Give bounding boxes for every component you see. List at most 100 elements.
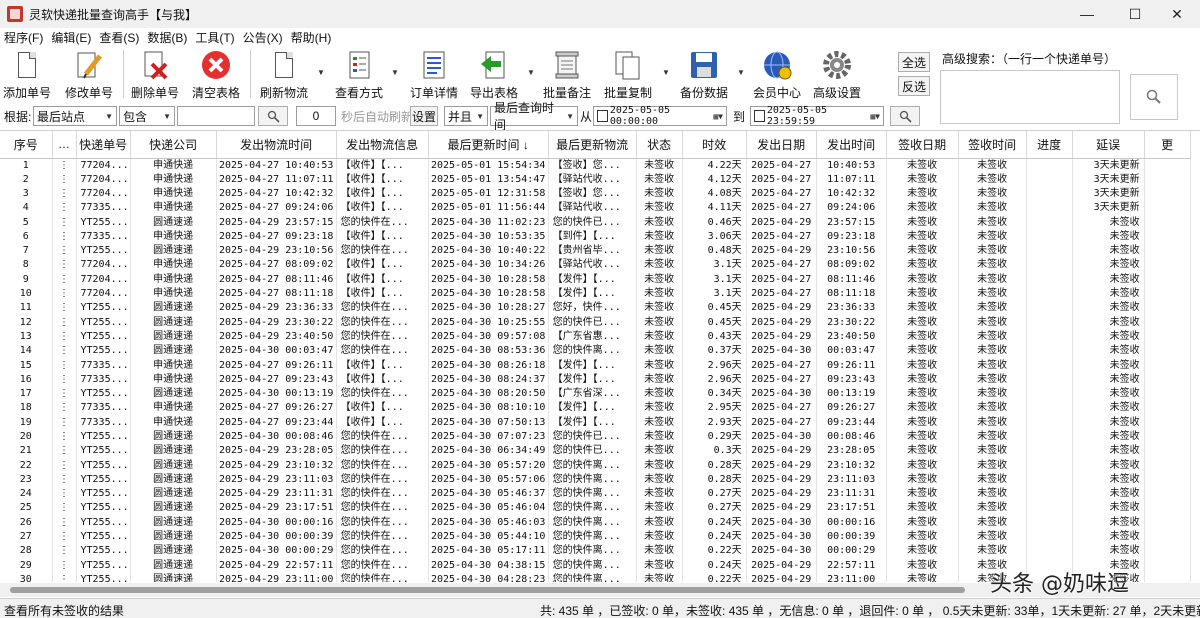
select-all-button[interactable]: 全选 [898,52,930,72]
table-row[interactable]: 20 ⋮ YT255... 圆通速递 2025-04-30 00:08:46 您的快件在.… [0,429,1191,445]
edit-number-button[interactable]: 修改单号 [60,50,118,101]
delete-number-button[interactable]: 删除单号 [126,50,184,101]
table-row[interactable]: 13 ⋮ YT255... 圆通速递 2025-04-29 23:40:50 您的快件在.… [0,329,1191,345]
table-row[interactable]: 12 ⋮ YT255... 圆通速递 2025-04-29 23:30:22 您的快件在.… [0,315,1191,330]
table-row[interactable]: 16 ⋮ 77335... 申通快递 2025-04-27 09:23:43 【收件】【.… [0,372,1191,387]
scrollbar-thumb[interactable] [10,587,965,593]
maximize-button[interactable]: ☐ [1112,0,1158,28]
table-row[interactable]: 7 ⋮ YT255... 圆通速递 2025-04-29 23:10:56 您的快件在..… [0,243,1191,259]
table-row[interactable]: 19 ⋮ 77335... 申通快递 2025-04-27 09:23:44 【收件】【.… [0,415,1191,430]
menu-data[interactable]: 数据(B) [143,29,191,46]
contains-select[interactable]: 包含 ▼ [119,106,175,126]
menu-notice[interactable]: 公告(X) [239,29,287,46]
column-header[interactable]: 签收时间 [958,131,1027,159]
advanced-search-button[interactable] [1130,74,1178,120]
chevron-down-icon[interactable]: ▼ [391,68,399,77]
calendar-icon[interactable]: ▦▼ [870,112,880,121]
table-cell: ⋮ [52,401,77,416]
table-cell: 圆通速递 [130,329,217,345]
table-row[interactable]: 28 ⋮ YT255... 圆通速递 2025-04-30 00:00:29 您的快件在.… [0,544,1191,559]
table-row[interactable]: 23 ⋮ YT255... 圆通速递 2025-04-29 23:11:03 您的快件在.… [0,472,1191,488]
export-table-button[interactable]: 导出表格 [465,50,523,101]
column-header[interactable]: 发出物流信息 [336,131,429,159]
table-row[interactable]: 2 ⋮ 77204... 申通快递 2025-04-27 11:07:11 【收件】【..… [0,172,1191,187]
column-header[interactable]: 发出物流时间 [216,131,337,159]
column-header[interactable]: 状态 [636,131,683,159]
clear-table-button[interactable]: 清空表格 [187,50,245,101]
table-row[interactable]: 15 ⋮ 77335... 申通快递 2025-04-27 09:26:11 【收件】【.… [0,358,1191,373]
refresh-setting-button[interactable]: 设置 [410,106,438,126]
table-row[interactable]: 4 ⋮ 77335... 申通快递 2025-04-27 09:24:06 【收件】【..… [0,201,1191,216]
calendar-icon[interactable]: ▦▼ [713,112,723,121]
filter-search-button[interactable] [258,106,288,126]
logic-select[interactable]: 并且 ▼ [444,106,488,126]
table-cell: 未签收 [958,444,1027,459]
table-row[interactable]: 26 ⋮ YT255... 圆通速递 2025-04-30 00:00:16 您的快件在.… [0,515,1191,530]
column-header[interactable]: 序号 [0,131,53,159]
data-grid[interactable]: 序号… 快递单号 快递公司 发出物流时间 发出物流信息 最后更新时间 ↓ 最后更新物流 状态时… [0,130,1200,582]
table-row[interactable]: 14 ⋮ YT255... 圆通速递 2025-04-30 00:03:47 您的快件在.… [0,344,1191,359]
to-datetime-input[interactable]: 2025-05-05 23:59:59 ▦▼ [750,105,884,127]
table-row[interactable]: 18 ⋮ 77335... 申通快递 2025-04-27 09:26:27 【收件】【.… [0,401,1191,416]
order-detail-button[interactable]: 订单详情 [405,50,463,101]
table-row[interactable]: 9 ⋮ 77204... 申通快递 2025-04-27 08:11:46 【收件】【..… [0,272,1191,287]
minimize-button[interactable]: — [1064,0,1110,28]
column-header[interactable]: … [52,131,77,159]
column-header[interactable]: 进度 [1026,131,1073,159]
export-icon [479,50,509,80]
time-field-select[interactable]: 最后查询时间 ▼ [490,101,578,132]
column-header[interactable]: 发出时间 [816,131,887,159]
refresh-logistics-button[interactable]: 刷新物流 [255,50,313,101]
member-center-button[interactable]: 会员中心 [748,50,806,101]
from-checkbox[interactable] [597,110,608,122]
menu-program[interactable]: 程序(F) [0,29,47,46]
column-header[interactable]: 签收日期 [886,131,959,159]
column-header[interactable]: 延误 [1072,131,1145,159]
add-number-button[interactable]: 添加单号 [0,50,56,101]
table-row[interactable]: 22 ⋮ YT255... 圆通速递 2025-04-29 23:10:32 您的快件在.… [0,458,1191,473]
advanced-settings-button[interactable]: 高级设置 [808,50,866,101]
date-search-button[interactable] [890,106,920,126]
menu-tools[interactable]: 工具(T) [191,29,238,46]
table-row[interactable]: 21 ⋮ YT255... 圆通速递 2025-04-29 23:28:05 您的快件在.… [0,444,1191,459]
batch-note-button[interactable]: 批量备注 [538,50,596,101]
column-header[interactable]: 快递公司 [130,131,217,159]
table-row[interactable]: 8 ⋮ 77204... 申通快递 2025-04-27 08:09:02 【收件】【..… [0,258,1191,273]
table-row[interactable]: 6 ⋮ 77335... 申通快递 2025-04-27 09:23:18 【收件】【..… [0,229,1191,244]
column-header[interactable]: 最后更新时间 ↓ [428,131,549,159]
column-header[interactable]: 最后更新物流 [548,131,637,159]
advanced-search-input[interactable] [940,70,1120,124]
table-row[interactable]: 27 ⋮ YT255... 圆通速递 2025-04-30 00:00:39 您的快件在.… [0,529,1191,545]
keyword-input[interactable] [177,106,255,126]
table-cell: 77335... [76,201,131,216]
table-row[interactable]: 24 ⋮ YT255... 圆通速递 2025-04-29 23:11:31 您的快件在.… [0,487,1191,502]
table-row[interactable]: 5 ⋮ YT255... 圆通速递 2025-04-29 23:57:15 您的快件在..… [0,215,1191,230]
column-header[interactable]: 更 [1144,131,1191,159]
column-header[interactable]: 时效 [682,131,747,159]
table-row[interactable]: 1 ⋮ 77204... 申通快递 2025-04-27 10:40:53 【收件】【..… [0,158,1191,173]
batch-copy-button[interactable]: 批量复制 [599,50,657,101]
table-row[interactable]: 17 ⋮ YT255... 圆通速递 2025-04-30 00:13:19 您的快件在.… [0,386,1191,402]
chevron-down-icon[interactable]: ▼ [662,68,670,77]
menu-edit[interactable]: 编辑(E) [47,29,95,46]
invert-selection-button[interactable]: 反选 [898,76,930,96]
table-cell: 未签收 [886,329,959,345]
from-datetime-input[interactable]: 2025-05-05 00:00:00 ▦▼ [593,105,727,127]
table-row[interactable]: 11 ⋮ YT255... 圆通速递 2025-04-29 23:36:33 您的快件在.… [0,301,1191,316]
basis-select[interactable]: 最后站点 ▼ [33,106,117,126]
column-header[interactable]: 快递单号 [76,131,131,159]
chevron-down-icon[interactable]: ▼ [527,68,535,77]
table-row[interactable]: 25 ⋮ YT255... 圆通速递 2025-04-29 23:17:51 您的快件在.… [0,501,1191,516]
menu-help[interactable]: 帮助(H) [287,29,336,46]
backup-data-button[interactable]: 备份数据 [675,50,733,101]
menu-view[interactable]: 查看(S) [95,29,143,46]
chevron-down-icon[interactable]: ▼ [317,68,325,77]
table-row[interactable]: 10 ⋮ 77204... 申通快递 2025-04-27 08:11:18 【收件】【.… [0,286,1191,302]
column-header[interactable]: 发出日期 [746,131,817,159]
close-button[interactable]: ✕ [1154,0,1200,28]
refresh-interval-input[interactable]: 0 [296,106,336,126]
view-mode-button[interactable]: 查看方式 [330,50,388,101]
to-checkbox[interactable] [754,110,765,122]
chevron-down-icon[interactable]: ▼ [737,68,745,77]
table-row[interactable]: 3 ⋮ 77204... 申通快递 2025-04-27 10:42:32 【收件】【..… [0,186,1191,202]
